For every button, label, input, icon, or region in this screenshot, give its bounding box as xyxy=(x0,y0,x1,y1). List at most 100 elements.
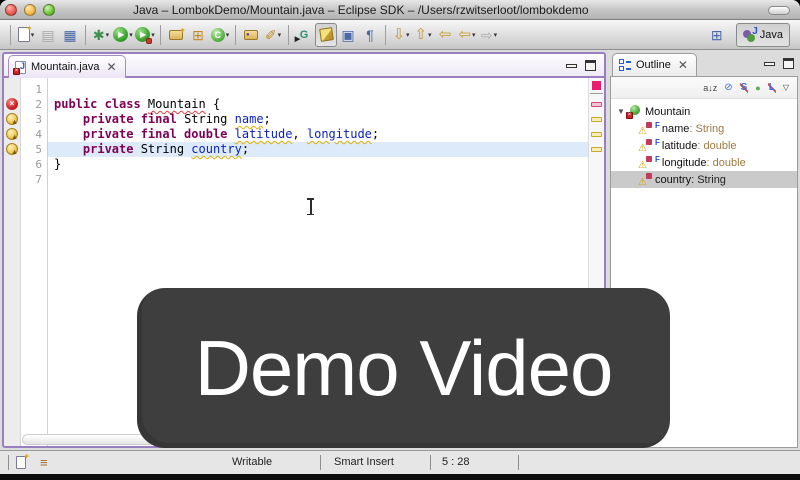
text-cursor-icon xyxy=(306,198,315,215)
zoom-window-button[interactable] xyxy=(43,4,55,16)
close-tab-icon[interactable]: ✕ xyxy=(107,60,117,74)
quickfix-warning-icon[interactable]: ▲ xyxy=(6,128,18,140)
tree-item-class[interactable]: ▼ × Mountain xyxy=(611,103,797,120)
overview-error-indicator[interactable] xyxy=(592,81,601,90)
open-perspective-button[interactable]: ⊞ xyxy=(706,23,728,47)
tree-item-field[interactable]: ⚠ F longitude : double xyxy=(611,154,797,171)
last-edit-location-button[interactable]: ⇦ xyxy=(434,23,456,47)
new-class-button[interactable]: C ▾ xyxy=(209,23,231,47)
chevron-down-icon[interactable]: ▾ xyxy=(428,31,432,39)
show-whitespace-button[interactable]: ¶ xyxy=(359,23,381,47)
code-text: String xyxy=(141,142,192,156)
editor-tab-mountain-java[interactable]: J × Mountain.java ✕ xyxy=(8,55,126,78)
run-external-tools-button[interactable]: ▶ ▾ xyxy=(134,23,156,47)
hide-non-public-icon[interactable]: ● xyxy=(755,82,760,94)
new-package-button[interactable]: ⊞ xyxy=(187,23,209,47)
star-icon: ✦ xyxy=(179,26,186,35)
code-line-4: private final double latitude, longitude… xyxy=(48,127,588,142)
fast-view-icon[interactable]: ✦ xyxy=(16,456,26,469)
debug-bug-icon: ✱ xyxy=(93,28,105,42)
close-tab-icon[interactable]: ✕ xyxy=(678,58,688,72)
chevron-down-icon[interactable]: ▾ xyxy=(226,31,230,39)
tree-item-type: : double xyxy=(707,157,746,169)
run-button[interactable]: ▶ ▾ xyxy=(112,23,134,47)
code-line-1 xyxy=(48,82,588,97)
mark-occurrences-toggle[interactable] xyxy=(315,23,337,47)
class-icon: C xyxy=(211,28,225,42)
tree-item-label: country xyxy=(655,174,691,186)
print-button[interactable]: ▦ xyxy=(59,23,81,47)
close-window-button[interactable] xyxy=(5,4,17,16)
new-wizard-button[interactable]: ✦ ▾ xyxy=(15,23,37,47)
toolbar-toggle-capsule[interactable] xyxy=(768,6,790,15)
warning-mark[interactable] xyxy=(591,132,602,137)
window-title: Java – LombokDemo/Mountain.java – Eclips… xyxy=(133,3,589,17)
back-history-button[interactable]: ⇦ ▾ xyxy=(456,23,478,47)
chevron-down-icon[interactable]: ▾ xyxy=(472,31,476,39)
minimize-part-button[interactable] xyxy=(566,64,577,68)
hide-fields-icon[interactable]: ⊘ xyxy=(724,82,732,94)
play-icon: ▶ xyxy=(118,30,124,39)
sort-icon[interactable]: a↓z xyxy=(703,82,717,94)
toolbar-separator xyxy=(160,25,161,45)
line-number: 5 xyxy=(21,142,42,157)
line-number: 2 xyxy=(21,97,42,112)
tree-item-label: name xyxy=(662,123,690,135)
main-toolbar: ✦ ▾ ▤ ▦ ✱ ▾ ▶ ▾ ▶ ▾ ✦ ⊞ C ▾ ● ✐ xyxy=(0,20,800,50)
chevron-down-icon[interactable]: ▾ xyxy=(129,31,133,39)
chevron-down-icon[interactable]: ▾ xyxy=(406,31,410,39)
hide-local-types-icon[interactable]: L xyxy=(768,82,776,94)
open-element-button[interactable]: G▶ xyxy=(293,23,315,47)
search-button[interactable]: ✐ ▾ xyxy=(262,23,284,47)
class-name-error: Mountain xyxy=(148,97,206,111)
field-name-warning: name xyxy=(235,112,264,126)
debug-button[interactable]: ✱ ▾ xyxy=(90,23,112,47)
field-name-warning: longitude xyxy=(307,127,372,141)
tree-status-icon[interactable]: ≡ xyxy=(40,455,48,470)
back-arrow-icon: ⇦ xyxy=(458,28,471,42)
quickfix-warning-icon[interactable]: ▲ xyxy=(6,113,18,125)
hide-static-members-icon[interactable]: S xyxy=(740,82,749,94)
quickfix-warning-icon[interactable]: ▲ xyxy=(6,143,18,155)
toolbar-separator xyxy=(288,25,289,45)
previous-annotation-button[interactable]: ⇧ ▾ xyxy=(412,23,434,47)
save-button[interactable]: ▤ xyxy=(37,23,59,47)
status-separator xyxy=(430,455,431,470)
chevron-down-icon[interactable]: ▾ xyxy=(494,31,498,39)
maximize-part-button[interactable] xyxy=(585,60,596,71)
chevron-down-icon[interactable]: ▾ xyxy=(278,31,282,39)
toolbox-badge xyxy=(146,38,152,44)
forward-history-button[interactable]: ⇨ ▾ xyxy=(478,23,500,47)
maximize-part-button[interactable] xyxy=(783,58,794,69)
tree-item-field[interactable]: ⚠ F name : String xyxy=(611,120,797,137)
field-name-warning: country xyxy=(191,142,242,156)
perspective-bar: ⊞ J Java xyxy=(706,20,800,50)
chevron-down-icon[interactable]: ▾ xyxy=(106,31,110,39)
java-project-icon: ✦ xyxy=(169,30,183,40)
tree-item-type: : String xyxy=(691,174,726,186)
show-source-button[interactable]: ▣ xyxy=(337,23,359,47)
keyword: private final double xyxy=(83,127,235,141)
warning-mark[interactable] xyxy=(591,147,602,152)
minimize-window-button[interactable] xyxy=(24,4,36,16)
open-type-button[interactable]: ● xyxy=(240,23,262,47)
outline-tab[interactable]: Outline ✕ xyxy=(612,53,697,76)
code-text: ; xyxy=(242,142,249,156)
java-perspective-button[interactable]: J Java xyxy=(736,23,790,47)
annotation-ruler[interactable]: × ▲ ▲ ▲ xyxy=(4,78,21,446)
error-marker-icon[interactable]: × xyxy=(6,98,18,110)
tree-item-field[interactable]: ⚠ F latitude : double xyxy=(611,137,797,154)
minimize-part-button[interactable] xyxy=(764,62,775,66)
new-java-project-button[interactable]: ✦ xyxy=(165,23,187,47)
java-letter: J xyxy=(752,26,758,37)
code-line-7 xyxy=(48,172,588,187)
titlebar[interactable]: Java – LombokDemo/Mountain.java – Eclips… xyxy=(0,0,800,20)
next-annotation-button[interactable]: ⇩ ▾ xyxy=(390,23,412,47)
error-mark[interactable] xyxy=(591,102,602,107)
warning-mark[interactable] xyxy=(591,117,602,122)
tree-item-field-selected[interactable]: ⚠ country : String xyxy=(611,171,797,188)
chevron-down-icon[interactable]: ▾ xyxy=(151,31,155,39)
code-text: ; xyxy=(372,127,379,141)
view-menu-icon[interactable]: ▽ xyxy=(783,82,789,94)
forward-arrow-icon: ⇨ xyxy=(481,28,493,42)
